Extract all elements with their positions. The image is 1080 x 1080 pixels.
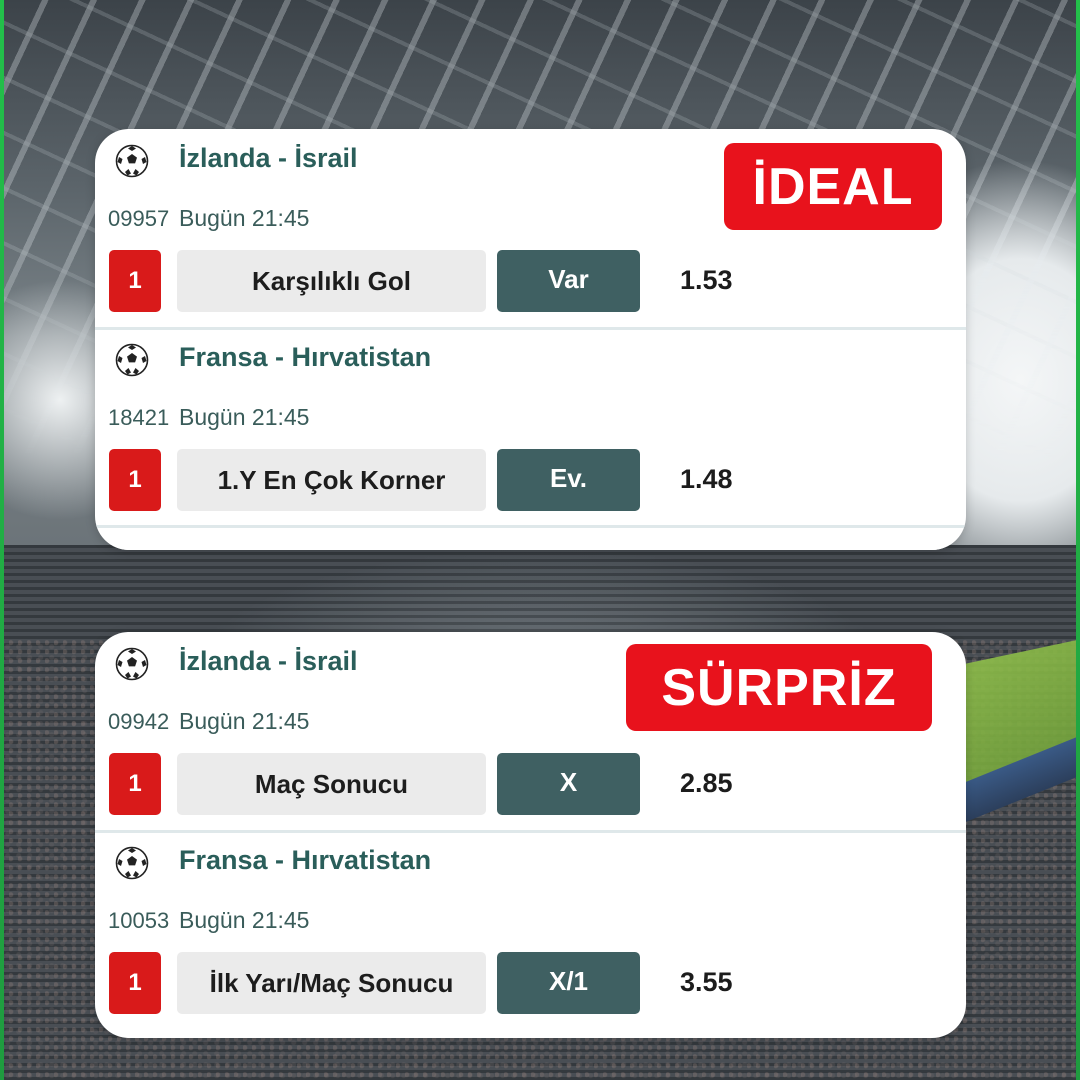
match-time: Bugün 21:45 [179,708,310,734]
right-frame-accent [1076,0,1080,1080]
pick-button[interactable]: Ev. [497,449,640,511]
ideal-tag: İDEAL [724,143,942,230]
market-name: 1.Y En Çok Korner [177,449,486,511]
odds-value: 3.55 [680,967,733,997]
soccer-ball-icon [115,144,149,178]
match-time: Bugün 21:45 [179,907,310,933]
match-row[interactable]: Fransa - Hırvatistan 10053 Bugün 21:45 1… [95,831,966,1029]
market-name: Karşılıklı Gol [177,250,486,312]
left-frame-accent [0,0,4,1080]
soccer-ball-icon [115,846,149,880]
market-name: İlk Yarı/Maç Sonucu [177,952,486,1014]
match-time: Bugün 21:45 [179,205,310,231]
match-teams: İzlanda - İsrail [179,143,358,173]
selection-number-badge: 1 [109,753,161,815]
surpriz-tag: SÜRPRİZ [626,644,932,731]
soccer-ball-icon [115,343,149,377]
pick-button[interactable]: Var [497,250,640,312]
odds-value: 2.85 [680,768,733,798]
match-code: 09942 [108,709,170,734]
market-name: Maç Sonucu [177,753,486,815]
selection-number-badge: 1 [109,250,161,312]
match-code: 18421 [108,405,170,430]
pick-button[interactable]: X/1 [497,952,640,1014]
selection-number-badge: 1 [109,952,161,1014]
match-teams: Fransa - Hırvatistan [179,342,432,372]
match-code: 10053 [108,908,170,933]
bet-card-ideal: İzlanda - İsrail 09957 Bugün 21:45 1 Kar… [95,129,966,550]
soccer-ball-icon [115,647,149,681]
odds-value: 1.48 [680,464,733,494]
selection-number-badge: 1 [109,449,161,511]
match-teams: İzlanda - İsrail [179,646,358,676]
bet-card-surpriz: İzlanda - İsrail 09942 Bugün 21:45 1 Maç… [95,632,966,1038]
match-teams: Fransa - Hırvatistan [179,845,432,875]
pick-button[interactable]: X [497,753,640,815]
match-code: 09957 [108,206,170,231]
match-row[interactable]: Fransa - Hırvatistan 18421 Bugün 21:45 1… [95,328,966,526]
card-footer-divider [95,525,966,550]
match-time: Bugün 21:45 [179,404,310,430]
odds-value: 1.53 [680,265,733,295]
